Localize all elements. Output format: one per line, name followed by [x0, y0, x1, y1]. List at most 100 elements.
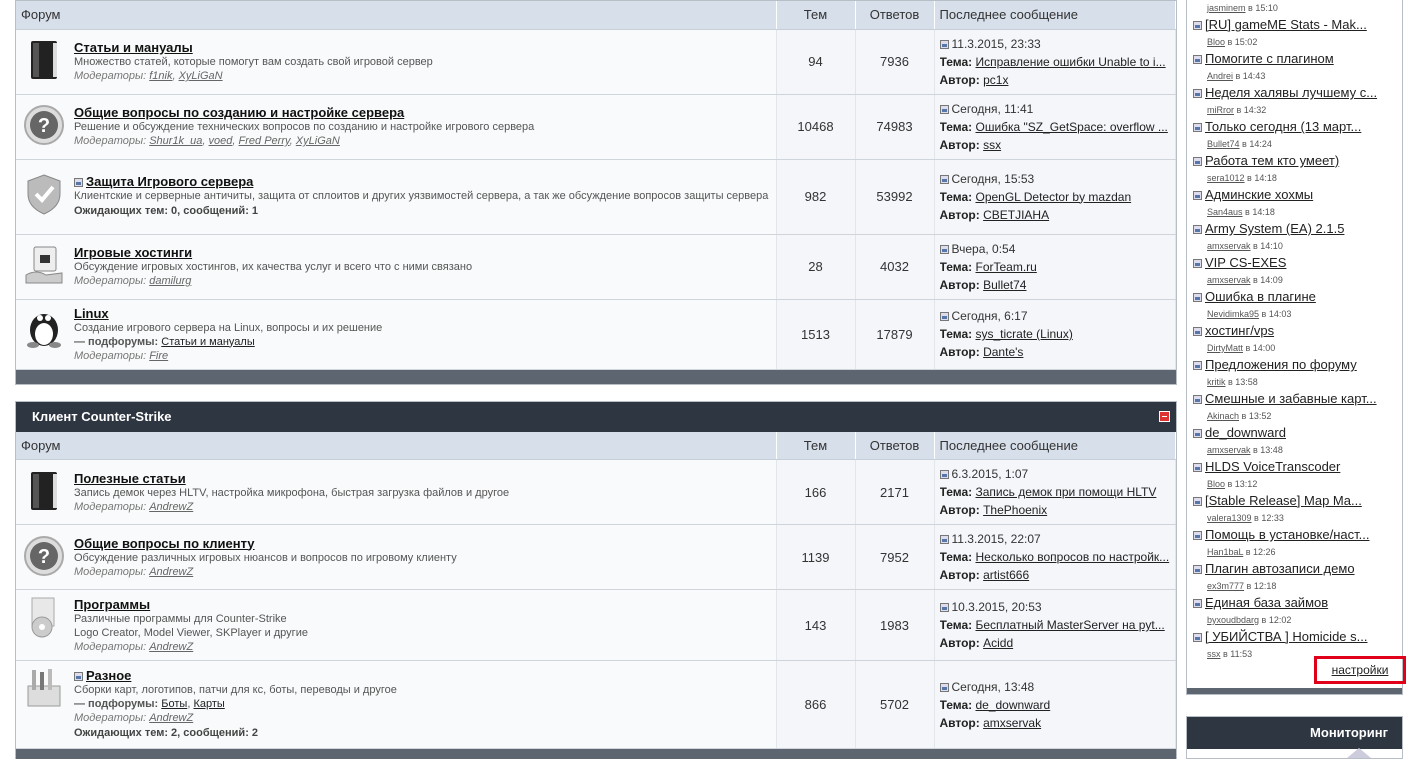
recent-topic-user[interactable]: amxservak: [1207, 275, 1251, 285]
last-post-author-link[interactable]: ssx: [983, 138, 1001, 152]
moderator-link[interactable]: AndrewZ: [149, 566, 193, 578]
recent-topic-link[interactable]: HLDS VoiceTranscoder: [1205, 459, 1340, 474]
recent-topic-link[interactable]: Админские хохмы: [1205, 187, 1313, 202]
settings-link[interactable]: настройки: [1332, 663, 1389, 677]
moderator-link[interactable]: damilurg: [149, 275, 191, 287]
recent-topic-link[interactable]: Ошибка в плагине: [1205, 289, 1316, 304]
collapse-icon[interactable]: [1159, 410, 1170, 422]
recent-topic-link[interactable]: VIP CS-EXES: [1205, 255, 1286, 270]
last-post-author-line: Автор: artist666: [940, 566, 1176, 584]
monitoring-title: Мониторинг: [1187, 717, 1402, 749]
last-post-author-link[interactable]: amxservak: [983, 716, 1041, 730]
recent-topic-user[interactable]: miRror: [1207, 105, 1234, 115]
moderator-link[interactable]: Shur1k_ua: [149, 135, 202, 147]
subforum-link[interactable]: Боты: [161, 698, 187, 710]
last-post-topic-link[interactable]: Ошибка "SZ_GetSpace: overflow ...: [975, 120, 1167, 134]
last-post-author-link[interactable]: CBETJIAHA: [983, 208, 1049, 222]
last-post-author-link[interactable]: pc1x: [983, 73, 1008, 87]
recent-topic-user[interactable]: Han1baL: [1207, 547, 1243, 557]
recent-topic-user[interactable]: Akinach: [1207, 411, 1239, 421]
forum-title-link[interactable]: Программы: [74, 597, 150, 612]
moderator-link[interactable]: AndrewZ: [149, 641, 193, 653]
recent-topic-user[interactable]: kritik: [1207, 377, 1226, 387]
last-post-icon[interactable]: [939, 244, 949, 254]
last-post-icon[interactable]: [939, 312, 949, 321]
recent-topic-user[interactable]: San4aus: [1207, 207, 1243, 217]
subforum-link[interactable]: Карты: [193, 698, 224, 710]
recent-topic-link[interactable]: Помощь в установке/наст...: [1205, 527, 1369, 542]
recent-topic-link[interactable]: [ УБИЙСТВА ] Homicide s...: [1205, 629, 1367, 644]
settings-button[interactable]: настройки: [1314, 656, 1406, 684]
last-post-author-link[interactable]: Dante's: [983, 345, 1023, 359]
last-post-icon[interactable]: [939, 535, 949, 544]
forum-title-link[interactable]: Полезные статьи: [74, 471, 186, 486]
recent-topic-link[interactable]: Неделя халявы лучшему с...: [1205, 85, 1377, 100]
last-post-topic-link[interactable]: Бесплатный MasterServer на pyt...: [975, 618, 1164, 632]
recent-topic-link[interactable]: de_downward: [1205, 425, 1286, 440]
moderator-link[interactable]: XyLiGaN: [296, 135, 340, 147]
moderator-link[interactable]: AndrewZ: [149, 501, 193, 513]
recent-topic-link[interactable]: Работа тем кто умеет): [1205, 153, 1339, 168]
recent-topic-link[interactable]: Плагин автозаписи демо: [1205, 561, 1355, 576]
recent-topic-link[interactable]: Смешные и забавные карт...: [1205, 391, 1377, 406]
last-post-icon[interactable]: [939, 603, 949, 612]
recent-topic-user[interactable]: Bloo: [1207, 37, 1225, 47]
recent-topic-user[interactable]: sera1012: [1207, 173, 1245, 183]
moderator-link[interactable]: voed: [209, 135, 233, 147]
recent-topic-link[interactable]: [Stable Release] Map Ma...: [1205, 493, 1362, 508]
recent-topic-link[interactable]: Только сегодня (13 март...: [1205, 119, 1361, 134]
recent-topic-link[interactable]: хостинг/vps: [1205, 323, 1274, 338]
recent-topic-user[interactable]: amxservak: [1207, 241, 1251, 251]
recent-topic-link[interactable]: Единая база займов: [1205, 595, 1328, 610]
recent-topic-user[interactable]: Bullet74: [1207, 139, 1240, 149]
recent-topic-user[interactable]: DirtyMatt: [1207, 343, 1243, 353]
last-post-topic-link[interactable]: Исправление ошибки Unable to i...: [975, 55, 1165, 69]
last-post-topic-link[interactable]: ForTeam.ru: [975, 260, 1036, 274]
forum-title-link[interactable]: Игровые хостинги: [74, 245, 192, 260]
recent-topic-meta: San4aus в 14:18: [1207, 207, 1275, 217]
forum-title-link[interactable]: Общие вопросы по клиенту: [74, 536, 255, 551]
last-post-icon[interactable]: [939, 39, 949, 49]
moderator-link[interactable]: Fred Perry: [239, 135, 290, 147]
recent-topic-user[interactable]: ex3m777: [1207, 581, 1244, 591]
recent-topic-user[interactable]: Bloo: [1207, 479, 1225, 489]
last-post-topic-link[interactable]: Запись демок при помощи HLTV: [975, 485, 1156, 499]
recent-topic-link[interactable]: [RU] gameME Stats - Mak...: [1205, 17, 1367, 32]
last-post-topic-line: Тема: Несколько вопросов по настройк...: [940, 548, 1176, 566]
last-post-topic-link[interactable]: de_downward: [975, 698, 1050, 712]
moderator-link[interactable]: Fire: [149, 350, 168, 362]
recent-topic-user[interactable]: amxservak: [1207, 445, 1251, 455]
moderator-link[interactable]: AndrewZ: [149, 712, 193, 724]
recent-topic-link[interactable]: Army System (EA) 2.1.5: [1205, 221, 1344, 236]
moderator-link[interactable]: f1nik: [149, 70, 172, 82]
last-post-author-link[interactable]: ThePhoenix: [983, 503, 1047, 517]
subforum-link[interactable]: Статьи и мануалы: [161, 336, 254, 348]
last-post-topic-link[interactable]: sys_ticrate (Linux): [975, 327, 1072, 341]
forum-title-link[interactable]: Общие вопросы по созданию и настройке се…: [74, 105, 404, 120]
last-post-author-link[interactable]: artist666: [983, 568, 1029, 582]
recent-topic-link[interactable]: Предложения по форуму: [1205, 357, 1357, 372]
recent-topic-user[interactable]: jasminem: [1207, 3, 1246, 13]
last-post-icon[interactable]: [939, 174, 949, 184]
recent-topic-user[interactable]: Nevidimka95: [1207, 309, 1259, 319]
last-post-topic-link[interactable]: OpenGL Detector by mazdan: [975, 190, 1131, 204]
last-post-icon[interactable]: [939, 682, 949, 692]
forum-title-link[interactable]: Разное: [86, 668, 131, 683]
last-post-author-link[interactable]: Bullet74: [983, 278, 1026, 292]
forum-title-link[interactable]: Статьи и мануалы: [74, 40, 193, 55]
last-post-icon[interactable]: [939, 104, 949, 114]
moderator-link[interactable]: XyLiGaN: [179, 70, 223, 82]
recent-topic-user[interactable]: byxoudbdarg: [1207, 615, 1259, 625]
topics-count: 28: [776, 234, 856, 300]
last-post-topic-link[interactable]: Несколько вопросов по настройк...: [975, 550, 1169, 564]
forum-title-link[interactable]: Защита Игрового сервера: [86, 174, 253, 189]
forum-title-link[interactable]: Linux: [74, 306, 109, 321]
recent-topic-user[interactable]: valera1309: [1207, 513, 1252, 523]
recent-topic-user[interactable]: ssx: [1207, 649, 1221, 659]
forum-table: Форум Тем Ответов Последнее сообщение Ст…: [16, 1, 1176, 370]
recent-topic-link[interactable]: Помогите с плагином: [1205, 51, 1334, 66]
scroll-up-icon[interactable]: [1347, 748, 1371, 758]
recent-topic-user[interactable]: Andrei: [1207, 71, 1233, 81]
last-post-author-link[interactable]: Acidd: [983, 636, 1013, 650]
last-post-icon[interactable]: [939, 470, 949, 479]
